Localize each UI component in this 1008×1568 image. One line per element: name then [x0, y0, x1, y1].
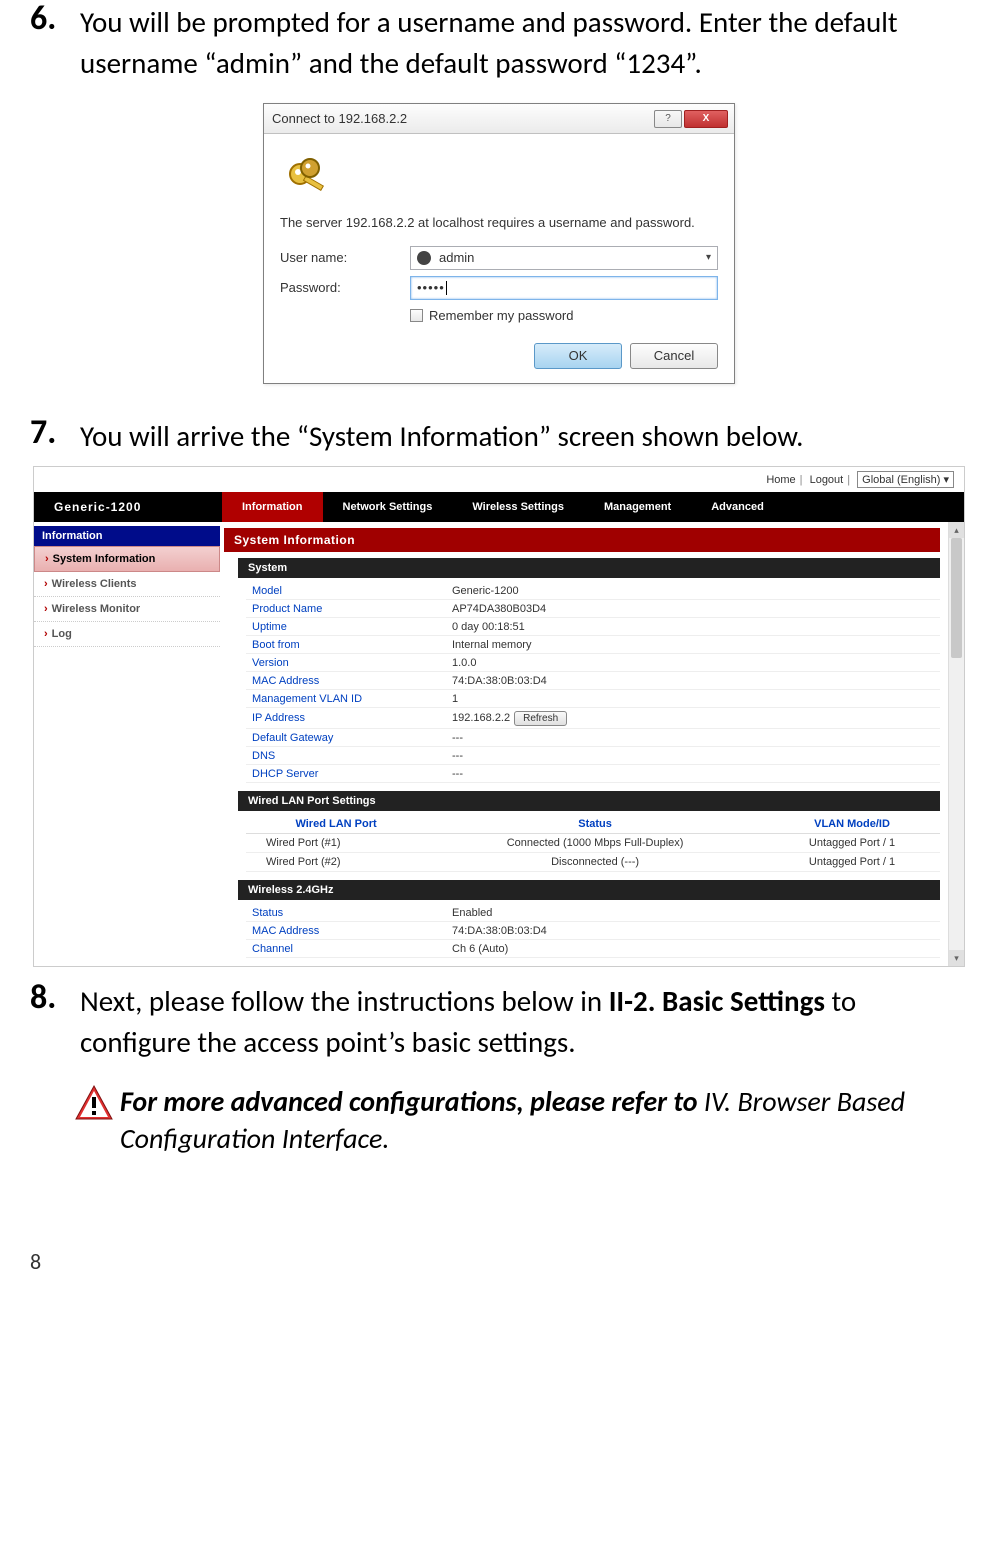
- step-text: Next, please follow the instructions bel…: [80, 979, 968, 1062]
- username-input[interactable]: admin ▾: [410, 246, 718, 270]
- ok-button[interactable]: OK: [534, 343, 622, 369]
- top-links: Home| Logout| Global (English) ▾: [34, 467, 964, 492]
- auth-prompt-text: The server 192.168.2.2 at localhost requ…: [280, 214, 718, 232]
- logout-link[interactable]: Logout: [810, 474, 844, 486]
- step-text: You will be prompted for a username and …: [80, 0, 968, 83]
- step-7: 7. You will arrive the “System Informati…: [30, 414, 968, 457]
- tab-wireless-settings[interactable]: Wireless Settings: [452, 492, 584, 522]
- cancel-button[interactable]: Cancel: [630, 343, 718, 369]
- table-row: Boot fromInternal memory: [246, 636, 940, 654]
- panel-title: System Information: [224, 528, 940, 552]
- content-pane: ▴ ▾ System Information System ModelGener…: [224, 522, 964, 966]
- table-row: ModelGeneric-1200: [246, 582, 940, 600]
- remember-label: Remember my password: [429, 308, 574, 323]
- section-wireless-24: Wireless 2.4GHz: [238, 880, 940, 900]
- username-value: admin: [439, 250, 474, 265]
- table-row: Version1.0.0: [246, 654, 940, 672]
- password-input[interactable]: •••••: [410, 276, 718, 300]
- note: For more advanced configurations, please…: [74, 1083, 968, 1159]
- table-row: Product NameAP74DA380B03D4: [246, 600, 940, 618]
- router-admin-screenshot: Home| Logout| Global (English) ▾ Generic…: [33, 466, 965, 967]
- language-select[interactable]: Global (English) ▾: [857, 471, 954, 488]
- table-row: Default Gateway---: [246, 729, 940, 747]
- table-header-row: Wired LAN PortStatusVLAN Mode/ID: [246, 815, 940, 834]
- user-icon: [417, 251, 431, 265]
- table-row: ChannelCh 6 (Auto): [246, 940, 940, 958]
- password-label: Password:: [280, 280, 410, 295]
- dialog-body: The server 192.168.2.2 at localhost requ…: [264, 134, 734, 383]
- table-row: Wired Port (#2)Disconnected (---)Untagge…: [246, 853, 940, 872]
- tab-advanced[interactable]: Advanced: [691, 492, 784, 522]
- password-row: Password: •••••: [280, 276, 718, 300]
- dialog-title: Connect to 192.168.2.2: [272, 111, 652, 126]
- help-button[interactable]: ?: [654, 110, 682, 128]
- wireless24-table: StatusEnabled MAC Address74:DA:38:0B:03:…: [246, 904, 940, 958]
- step-number: 7.: [30, 414, 80, 457]
- auth-dialog: Connect to 192.168.2.2 ? X The server 19…: [263, 103, 735, 384]
- note-text: For more advanced configurations, please…: [120, 1083, 968, 1159]
- text-caret: [446, 281, 447, 295]
- home-link[interactable]: Home: [766, 474, 795, 486]
- table-row: Uptime0 day 00:18:51: [246, 618, 940, 636]
- sidebar: Information ›System Information ›Wireles…: [34, 522, 224, 966]
- tab-information[interactable]: Information: [222, 492, 323, 522]
- table-row: Management VLAN ID1: [246, 690, 940, 708]
- sidebar-item-log[interactable]: ›Log: [34, 622, 220, 647]
- step-8: 8. Next, please follow the instructions …: [30, 979, 968, 1062]
- main-nav: Generic-1200 Information Network Setting…: [34, 492, 964, 522]
- remember-checkbox[interactable]: [410, 309, 423, 322]
- page-number: 8: [30, 1248, 968, 1275]
- remember-row: Remember my password: [410, 308, 718, 323]
- scroll-up-icon[interactable]: ▴: [949, 522, 964, 538]
- step-number: 8.: [30, 979, 80, 1062]
- tab-management[interactable]: Management: [584, 492, 691, 522]
- close-button[interactable]: X: [684, 110, 728, 128]
- table-row: MAC Address74:DA:38:0B:03:D4: [246, 672, 940, 690]
- step-6: 6. You will be prompted for a username a…: [30, 0, 968, 83]
- scroll-thumb[interactable]: [951, 538, 962, 658]
- brand: Generic-1200: [34, 500, 222, 514]
- table-row: DNS---: [246, 747, 940, 765]
- sidebar-item-wireless-monitor[interactable]: ›Wireless Monitor: [34, 597, 220, 622]
- scrollbar[interactable]: ▴ ▾: [948, 522, 964, 966]
- sidebar-item-system-information[interactable]: ›System Information: [34, 546, 220, 572]
- step-text: You will arrive the “System Information”…: [80, 414, 804, 457]
- chevron-down-icon[interactable]: ▾: [706, 252, 711, 263]
- table-row: IP Address192.168.2.2Refresh: [246, 708, 940, 729]
- section-lan: Wired LAN Port Settings: [238, 791, 940, 811]
- warning-icon: [74, 1083, 114, 1123]
- table-row: DHCP Server---: [246, 765, 940, 783]
- section-system: System: [238, 558, 940, 578]
- sidebar-item-wireless-clients[interactable]: ›Wireless Clients: [34, 572, 220, 597]
- password-value: •••••: [417, 280, 445, 295]
- tab-network-settings[interactable]: Network Settings: [323, 492, 453, 522]
- system-table: ModelGeneric-1200 Product NameAP74DA380B…: [246, 582, 940, 783]
- sidebar-head: Information: [34, 526, 220, 546]
- table-row: MAC Address74:DA:38:0B:03:D4: [246, 922, 940, 940]
- auth-dialog-wrap: Connect to 192.168.2.2 ? X The server 19…: [30, 103, 968, 384]
- button-row: OK Cancel: [280, 343, 718, 369]
- username-label: User name:: [280, 250, 410, 265]
- titlebar: Connect to 192.168.2.2 ? X: [264, 104, 734, 134]
- lan-table: Wired LAN PortStatusVLAN Mode/ID Wired P…: [246, 815, 940, 872]
- router-main: Information ›System Information ›Wireles…: [34, 522, 964, 966]
- scroll-down-icon[interactable]: ▾: [949, 950, 964, 966]
- step-number: 6.: [30, 0, 80, 83]
- table-row: Wired Port (#1)Connected (1000 Mbps Full…: [246, 834, 940, 853]
- refresh-button[interactable]: Refresh: [514, 711, 567, 726]
- table-row: StatusEnabled: [246, 904, 940, 922]
- username-row: User name: admin ▾: [280, 246, 718, 270]
- keys-icon: [280, 150, 336, 206]
